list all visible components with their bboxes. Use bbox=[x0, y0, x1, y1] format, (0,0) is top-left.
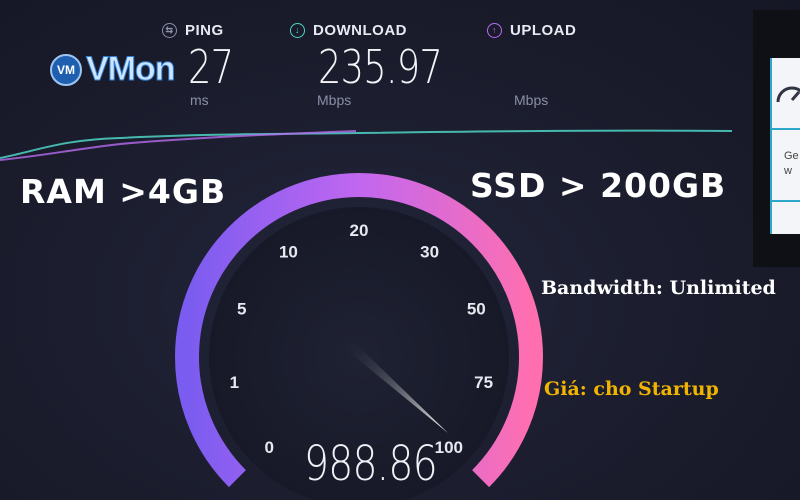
bandwidth-text: Bandwidth: Unlimited bbox=[541, 277, 776, 299]
ram-text: RAM >4GB bbox=[20, 172, 227, 211]
gauge-tick-label: 0 bbox=[264, 438, 273, 457]
gauge-tick-label: 75 bbox=[474, 373, 493, 392]
gauge-tick-label: 10 bbox=[279, 242, 298, 261]
gauge-tick-label: 5 bbox=[237, 299, 246, 318]
speed-reading: 988.86 bbox=[304, 436, 438, 492]
gauge-tick-label: 100 bbox=[435, 438, 463, 457]
gauge-tick-label: 30 bbox=[420, 242, 439, 261]
gauge-tick-label: 20 bbox=[350, 221, 369, 240]
speedtest-screen: ⇆ PING ↓ DOWNLOAD ↑ UPLOAD 27 235.97 ms … bbox=[0, 0, 800, 500]
speed-gauge: 0 1 5 10 20 30 50 75 100 bbox=[175, 173, 543, 500]
price-text: Giá: cho Startup bbox=[544, 378, 719, 400]
gauge-tick-label: 1 bbox=[230, 373, 239, 392]
gauge-tick-label: 50 bbox=[467, 299, 486, 318]
ssd-text: SSD > 200GB bbox=[470, 166, 727, 205]
